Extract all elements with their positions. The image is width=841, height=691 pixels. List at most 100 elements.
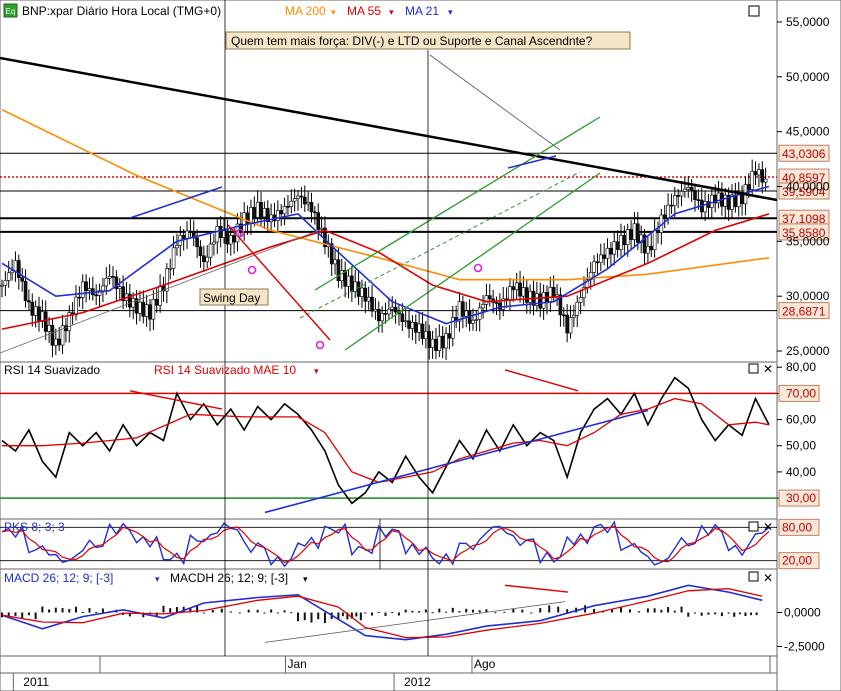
candle-body [336, 259, 341, 282]
macd-histogram-bar [256, 609, 259, 613]
macd-histogram-bar [660, 609, 663, 613]
rsi-title[interactable]: RSI 14 Suavizado [4, 363, 100, 377]
maximize-icon[interactable] [748, 521, 759, 532]
candle-body [131, 298, 135, 308]
macd-histogram-bar [512, 608, 515, 613]
candle-body [232, 235, 236, 243]
y-tick-label: 45,0000 [786, 125, 830, 139]
candle-body [212, 241, 216, 245]
y-tick-label: 80,00 [786, 360, 816, 374]
candle-body [313, 211, 317, 214]
candle-body [262, 208, 267, 218]
candle-body [481, 304, 485, 309]
candle-body [514, 282, 519, 291]
macd-title[interactable]: MACD 26; 12; 9; [-3] [4, 571, 113, 585]
candle-body [138, 301, 142, 314]
macd-histogram-bar [48, 609, 51, 613]
candle-body [393, 306, 398, 313]
close-icon[interactable]: ✕ [763, 362, 773, 376]
y-tick-label: 80,00 [782, 520, 812, 534]
macd-histogram-bar [458, 611, 461, 613]
maximize-icon[interactable] [748, 5, 760, 17]
macd-histogram-bar [397, 612, 400, 616]
y-tick-label: 50,00 [786, 439, 816, 453]
rsi-ma-title[interactable]: RSI 14 Suavizado MAE 10 [154, 363, 296, 377]
macd-histogram-bar [667, 607, 670, 613]
close-icon[interactable]: ✕ [763, 571, 773, 585]
candle-body [420, 323, 425, 339]
macd-histogram-bar [238, 612, 241, 614]
maximize-icon[interactable] [748, 363, 759, 374]
chevron-down-icon[interactable]: ▾ [331, 7, 336, 17]
legend-ma21[interactable]: MA 21 [405, 4, 439, 18]
candle-body [538, 293, 543, 309]
candle-body [400, 313, 405, 322]
macd-histogram-bar [445, 611, 448, 613]
chevron-down-icon[interactable]: ▾ [303, 574, 308, 584]
y-tick-label: 30,0000 [786, 289, 830, 303]
pks-title[interactable]: PKS 8; 3; 3 [4, 520, 65, 534]
close-icon[interactable]: ✕ [763, 520, 773, 534]
candle-body [0, 284, 4, 287]
candle-body [33, 306, 38, 316]
ma-legend: MA 200 MA 55 MA 21 ▾ ▾ ▾ [285, 4, 453, 18]
month-label: Jan [287, 657, 306, 671]
candle-body [104, 277, 109, 287]
y-tick-label: 55,0000 [786, 15, 830, 29]
candle-body [319, 227, 324, 230]
candle-body [282, 206, 287, 215]
candle-body [625, 229, 630, 246]
macd-histogram-bar [364, 612, 367, 614]
candle-body [652, 230, 657, 251]
candle-body [753, 171, 758, 176]
candle-body [54, 338, 58, 346]
macdh-title[interactable]: MACDH 26; 12; 9; [-3] [170, 571, 288, 585]
macd-histogram-bar [229, 611, 232, 613]
candle-body [413, 322, 418, 333]
candle-body [3, 280, 8, 286]
legend-ma55[interactable]: MA 55 [347, 4, 381, 18]
candle-body [50, 324, 55, 346]
macd-histogram-bar [539, 608, 542, 613]
candle-body [225, 230, 230, 245]
chevron-down-icon[interactable]: ▾ [314, 366, 319, 376]
chevron-down-icon[interactable]: ▾ [389, 7, 394, 17]
legend-ma200[interactable]: MA 200 [285, 4, 326, 18]
macd-histogram-bar [494, 612, 497, 614]
macd-histogram-bar [95, 612, 98, 614]
chevron-down-icon[interactable]: ▾ [448, 7, 453, 17]
chevron-down-icon[interactable]: ▾ [155, 574, 160, 584]
macd-histogram-bar [548, 605, 551, 613]
candle-body [636, 223, 640, 243]
candle-body [430, 338, 435, 348]
macd-histogram-bar [418, 611, 421, 613]
candle-body [94, 294, 98, 297]
candle-body [528, 290, 532, 303]
candle-body [10, 270, 14, 274]
macd-histogram-bar [404, 609, 407, 613]
candle-body [676, 195, 680, 197]
candle-body [111, 276, 115, 278]
y-tick-label: 40,00 [786, 465, 816, 479]
macd-histogram-bar [371, 612, 374, 616]
candle-body [353, 281, 358, 292]
macd-histogram-bar [557, 606, 560, 613]
macd-histogram-bar [247, 609, 250, 613]
macd-histogram-bar [310, 612, 313, 623]
macd-histogram-bar [211, 610, 214, 613]
macd-histogram-bar [750, 612, 753, 616]
candle-body [649, 245, 654, 251]
chart-title[interactable]: BNP:xpar Diário Hora Local (TMG+0) [22, 4, 221, 18]
candle-body [346, 275, 351, 287]
candle-body [255, 202, 260, 218]
maximize-icon[interactable] [748, 571, 759, 582]
macd-histogram-bar [220, 608, 223, 613]
candle-body [760, 169, 765, 183]
candle-body [757, 169, 761, 176]
candle-body [666, 204, 670, 219]
candle-body [171, 247, 176, 269]
macd-histogram-bar [411, 610, 414, 613]
candle-body [37, 306, 41, 322]
candle-body [662, 214, 667, 219]
swing-day-label: Swing Day [203, 291, 260, 305]
